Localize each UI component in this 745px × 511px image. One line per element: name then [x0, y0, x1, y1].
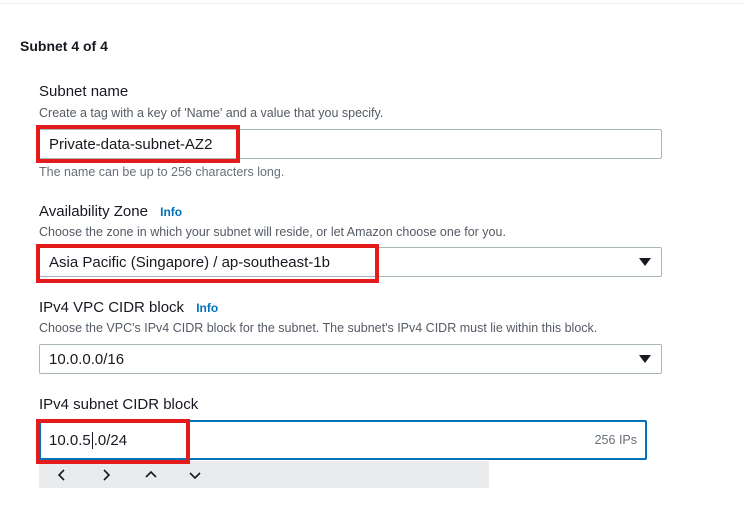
chevron-up-icon[interactable] [141, 465, 161, 485]
caret-down-icon [639, 355, 651, 363]
vpc-cidr-info-link[interactable]: Info [196, 301, 218, 315]
availability-zone-value: Asia Pacific (Singapore) / ap-southeast-… [49, 253, 330, 271]
subnet-name-constraint: The name can be up to 256 characters lon… [39, 165, 285, 179]
vpc-cidr-description: Choose the VPC's IPv4 CIDR block for the… [39, 321, 598, 335]
divider [0, 3, 745, 4]
vpc-cidr-label-row: IPv4 VPC CIDR block Info [39, 299, 218, 316]
subnet-name-description: Create a tag with a key of 'Name' and a … [39, 106, 384, 120]
caret-down-icon [639, 258, 651, 266]
availability-zone-label-row: Availability Zone Info [39, 203, 182, 220]
vpc-cidr-value: 10.0.0.0/16 [49, 350, 125, 368]
availability-zone-select[interactable]: Asia Pacific (Singapore) / ap-southeast-… [39, 247, 662, 277]
text-cursor [91, 431, 93, 449]
subnet-cidr-label: IPv4 subnet CIDR block [39, 396, 199, 413]
subnet-name-label: Subnet name [39, 83, 129, 100]
availability-zone-label: Availability Zone [39, 203, 148, 220]
vpc-cidr-label: IPv4 VPC CIDR block [39, 299, 185, 316]
subnet-cidr-input[interactable]: 10.0.5.0/24 256 IPs [39, 420, 647, 460]
chevron-left-icon[interactable] [52, 465, 72, 485]
subnet-name-value: Private-data-subnet-AZ2 [49, 135, 213, 153]
availability-zone-info-link[interactable]: Info [160, 205, 182, 219]
subnet-name-input[interactable]: Private-data-subnet-AZ2 [39, 129, 662, 159]
section-title: Subnet 4 of 4 [20, 38, 108, 54]
availability-zone-description: Choose the zone in which your subnet wil… [39, 225, 506, 239]
subnet-cidr-value-before: 10.0.5 [49, 431, 91, 449]
vpc-cidr-select[interactable]: 10.0.0.0/16 [39, 344, 662, 374]
chevron-right-icon[interactable] [96, 465, 116, 485]
chevron-down-icon[interactable] [185, 465, 205, 485]
cidr-stepper-toolbar [39, 461, 489, 488]
create-subnet-form: Subnet 4 of 4 Subnet name Create a tag w… [0, 0, 745, 511]
ip-count-suffix: 256 IPs [594, 433, 637, 447]
subnet-cidr-value-after: .0/24 [93, 431, 128, 449]
